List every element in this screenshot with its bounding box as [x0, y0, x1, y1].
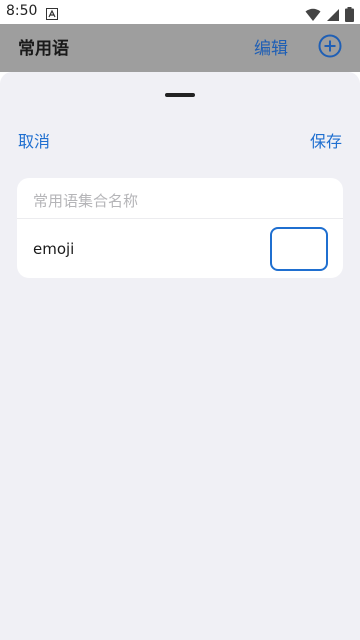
drag-handle[interactable]	[165, 93, 195, 97]
divider	[17, 218, 343, 219]
bottom-sheet: 取消 保存 常用语集合名称 emoji	[0, 72, 360, 640]
background-header: 常用语 编辑	[0, 24, 360, 72]
notification-a-icon	[46, 5, 58, 20]
form-card: 常用语集合名称 emoji	[17, 178, 343, 278]
page-title: 常用语	[18, 39, 69, 59]
emoji-label: emoji	[33, 240, 75, 258]
emoji-input[interactable]	[270, 227, 328, 271]
save-button[interactable]: 保存	[310, 128, 342, 152]
signal-icon	[326, 4, 345, 23]
add-icon[interactable]	[318, 34, 342, 58]
status-time: 8:50	[6, 3, 38, 19]
status-bar: 8:50	[0, 0, 360, 24]
wifi-icon	[305, 4, 326, 23]
cancel-button[interactable]: 取消	[18, 128, 50, 152]
collection-name-input[interactable]: 常用语集合名称	[33, 190, 138, 211]
status-icons	[305, 4, 354, 23]
edit-button[interactable]: 编辑	[254, 34, 288, 59]
battery-icon	[345, 4, 354, 23]
